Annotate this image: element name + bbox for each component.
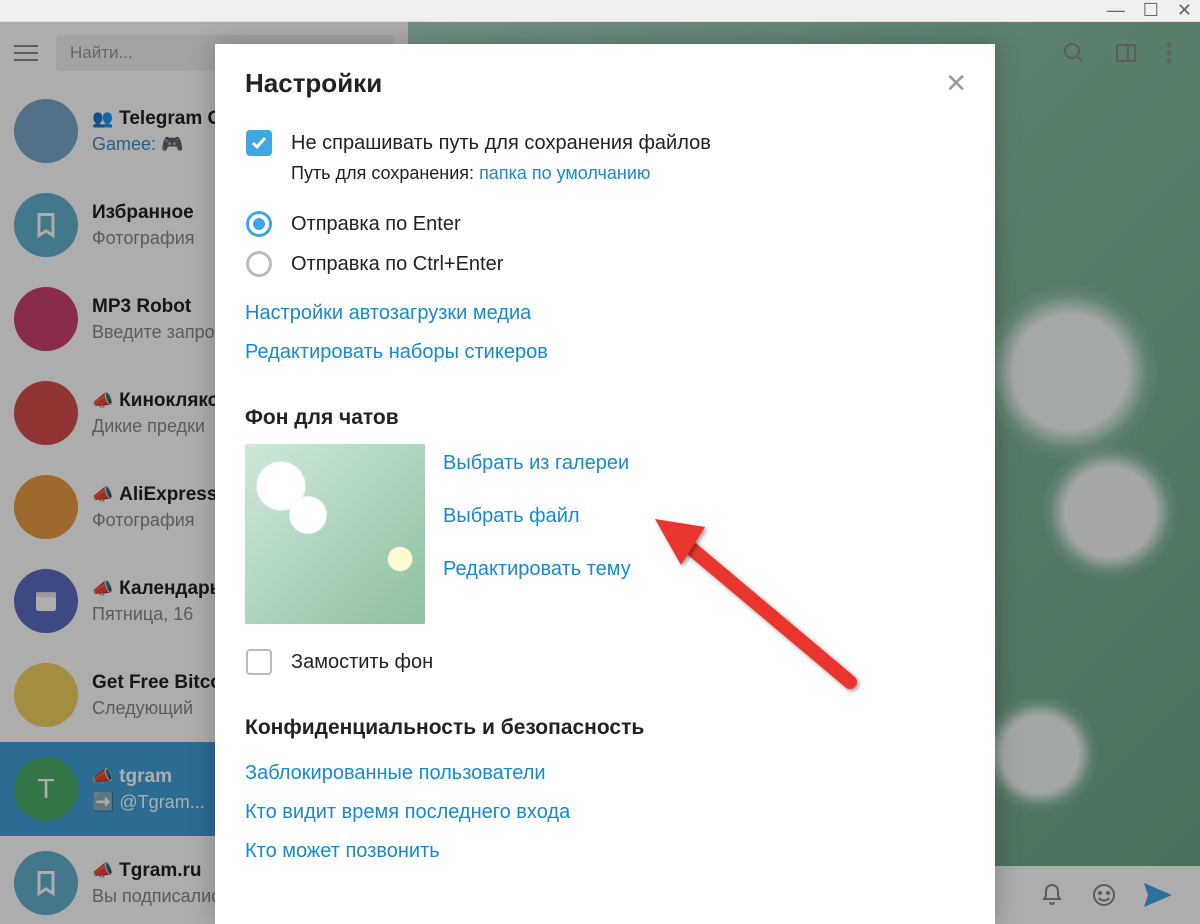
bg-theme-link[interactable]: Редактировать тему (443, 550, 631, 589)
modal-header: Настройки ✕ (215, 44, 995, 123)
radio-selected-icon[interactable] (245, 210, 273, 238)
bg-links: Выбрать из галереи Выбрать файл Редактир… (443, 444, 631, 624)
stickers-link[interactable]: Редактировать наборы стикеров (245, 333, 965, 372)
maximize-icon[interactable]: ☐ (1143, 0, 1159, 21)
privacy-section-title: Конфиденциальность и безопасность (245, 716, 965, 740)
bg-tile-row[interactable]: Замостить фон (245, 642, 965, 682)
ask-path-row[interactable]: Не спрашивать путь для сохранения файлов… (245, 123, 965, 190)
bg-tile-label: Замостить фон (291, 648, 433, 676)
checkbox-checked-icon[interactable] (245, 129, 273, 157)
modal-body: Не спрашивать путь для сохранения файлов… (215, 123, 995, 924)
calls-link[interactable]: Кто может позвонить (245, 832, 965, 871)
window-close-icon[interactable]: ✕ (1177, 0, 1192, 21)
save-path-row: Путь для сохранения: папка по умолчанию (291, 163, 711, 184)
autoload-link[interactable]: Настройки автозагрузки медиа (245, 294, 965, 333)
checkbox-icon[interactable] (245, 648, 273, 676)
bg-section-title: Фон для чатов (245, 406, 965, 430)
close-icon[interactable]: ✕ (945, 68, 967, 99)
send-ctrl-row[interactable]: Отправка по Ctrl+Enter (245, 244, 965, 284)
app-shell: 👥Telegram GamesGamee: 🎮ИзбранноеФотограф… (0, 22, 1200, 924)
send-ctrl-label: Отправка по Ctrl+Enter (291, 250, 503, 278)
bg-row: Выбрать из галереи Выбрать файл Редактир… (245, 444, 965, 624)
send-enter-label: Отправка по Enter (291, 210, 461, 238)
modal-title: Настройки (245, 68, 382, 99)
minimize-icon[interactable]: — (1107, 0, 1125, 21)
path-label: Путь для сохранения: (291, 163, 474, 183)
settings-modal: Настройки ✕ Не спрашивать путь для сохра… (215, 44, 995, 924)
window-title-bar: — ☐ ✕ (0, 0, 1200, 22)
send-enter-row[interactable]: Отправка по Enter (245, 204, 965, 244)
radio-icon[interactable] (245, 250, 273, 278)
path-link[interactable]: папка по умолчанию (479, 163, 650, 183)
bg-thumbnail[interactable] (245, 444, 425, 624)
bg-gallery-link[interactable]: Выбрать из галереи (443, 444, 631, 483)
bg-file-link[interactable]: Выбрать файл (443, 497, 631, 536)
ask-path-label: Не спрашивать путь для сохранения файлов (291, 129, 711, 157)
lastseen-link[interactable]: Кто видит время последнего входа (245, 793, 965, 832)
blocked-link[interactable]: Заблокированные пользователи (245, 754, 965, 793)
